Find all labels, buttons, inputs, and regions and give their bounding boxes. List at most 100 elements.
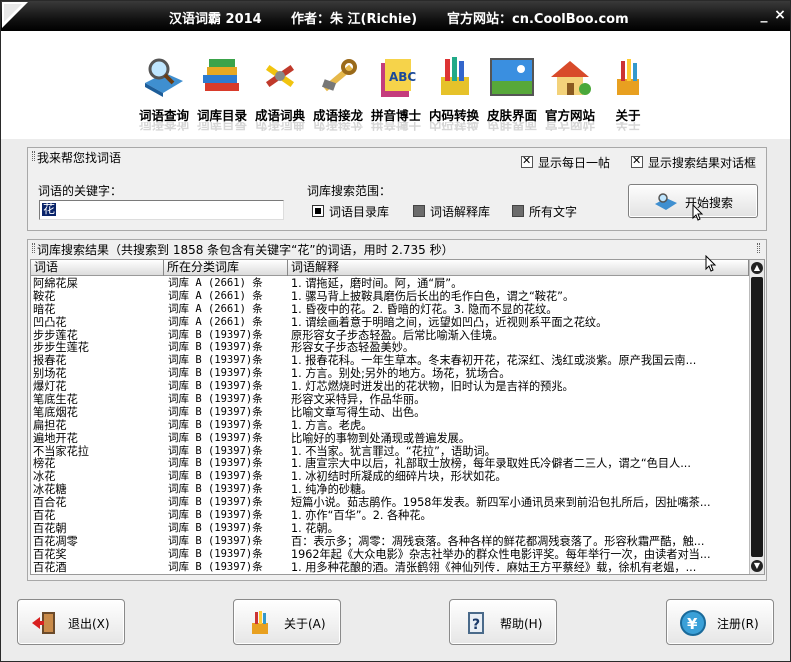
exit-button[interactable]: 退出(X) [17, 599, 125, 645]
about-button[interactable]: 关于(A) [233, 599, 341, 645]
table-row[interactable]: 步步生莲花 词库 B (19397)条 形容女子步态轻盈美妙。 [31, 341, 749, 354]
exit-door-icon [32, 612, 55, 634]
keyword-value: 花 [42, 202, 57, 216]
toolbar-item-about[interactable]: 关于 关于 [599, 53, 657, 131]
row-category: 词库 B (19397)条 [168, 444, 263, 457]
table-row[interactable]: 爆灯花 词库 B (19397)条 1. 灯芯燃烧时迸发出的花状物，旧时认为是吉祥的… [31, 380, 749, 393]
scroll-down-icon[interactable]: ▼ [751, 560, 763, 572]
row-explanation: 1. 唐宣宗大中以后，礼部取士放榜，每年录取姓氏冷僻者二三人，谓之“色目人... [291, 457, 691, 471]
table-row[interactable]: 别场花 词库 B (19397)条 1. 方言。别处;另外的地方。场花，犹场合。 [31, 367, 749, 380]
row-category: 词库 A (2661) 条 [168, 277, 263, 289]
table-row[interactable]: 百花凋零 词库 B (19397)条 百：表示多；凋零：凋残衰落。各种各样的鲜花都凋… [31, 535, 749, 548]
mouse-cursor-icon [705, 255, 717, 272]
row-explanation: 比喻好的事物到处涌现或普遍发展。 [291, 431, 471, 445]
row-category: 词库 B (19397)条 [168, 483, 263, 496]
column-header-category[interactable]: 所在分类词库 [164, 260, 288, 276]
table-row[interactable]: 百花酒 词库 B (19397)条 1. 用多种花酿的酒。清张鹤翎《神仙列传．麻姑王… [31, 561, 749, 574]
row-word: 冰花糖 [33, 483, 67, 497]
table-row[interactable]: 百花朝 词库 B (19397)条 1. 花朝。 [31, 522, 749, 535]
table-row[interactable]: 不当家花拉 词库 B (19397)条 1. 不当家。犹言罪过。“花拉”，语助词。 [31, 445, 749, 458]
row-explanation: 1. 报春花科。一年生草本。冬末春初开花，花深红、浅红或淡紫。原产我国云南... [291, 354, 697, 368]
results-list[interactable]: 词语 所在分类词库 词语解释 阿綿花屎 词库 A (2661) 条 1. 谓拖延，磨… [30, 259, 765, 575]
show-dialog-checkbox[interactable] [631, 154, 643, 168]
vertical-scrollbar[interactable]: ▲ ▼ [749, 260, 764, 574]
row-category: 词库 B (19397)条 [168, 328, 263, 341]
row-word: 遍地开花 [33, 431, 78, 445]
about-label: 关于(A) [284, 617, 326, 631]
table-row[interactable]: 笔底生花 词库 B (19397)条 形容文采特异，作品华丽。 [31, 393, 749, 406]
table-row[interactable]: 冰花糖 词库 B (19397)条 1. 纯净的砂糖。 [31, 483, 749, 496]
toolbar-item-idiom-chain[interactable]: 成语接龙 成语接龙 [309, 53, 367, 131]
tools-icon [265, 64, 295, 88]
row-word: 百合花 [33, 496, 67, 510]
row-category: 词库 B (19397)条 [168, 393, 263, 406]
table-row[interactable]: 遍地开花 词库 B (19397)条 比喻好的事物到处涌现或普遍发展。 [31, 432, 749, 445]
scope-radio-explain[interactable] [413, 205, 425, 217]
row-category: 词库 B (19397)条 [168, 496, 263, 509]
toolbar-item-skin[interactable]: 皮肤界面 皮肤界面 [483, 53, 541, 131]
scroll-up-icon[interactable]: ▲ [751, 262, 763, 274]
app-logo-icon [2, 2, 28, 28]
table-row[interactable]: 冰花 词库 B (19397)条 1. 冰初结时所凝成的细碎片块，形状如花。 [31, 470, 749, 483]
table-row[interactable]: 笔底烟花 词库 B (19397)条 比喻文章写得生动、出色。 [31, 406, 749, 419]
help-label: 帮助(H) [500, 617, 543, 631]
toolbar-item-catalog[interactable]: 词库目录 词库目录 [193, 53, 251, 131]
row-word: 阿綿花屎 [33, 277, 78, 290]
toolbar-item-word-search[interactable]: 词语查询 词语查询 [135, 53, 193, 131]
row-explanation: 1. 方言。别处;另外的地方。场花，犹场合。 [291, 367, 511, 381]
row-category: 词库 B (19397)条 [168, 354, 263, 367]
scope-label-catalog: 词语目录库 [329, 205, 390, 219]
toolbar-item-website[interactable]: 官方网站 官方网站 [541, 53, 599, 131]
row-category: 词库 B (19397)条 [168, 405, 263, 418]
minimize-button[interactable]: _ [757, 7, 771, 23]
table-row[interactable]: 百花 词库 B (19397)条 1. 亦作“百华”。2. 各种花。 [31, 509, 749, 522]
row-word: 爆灯花 [33, 380, 67, 394]
row-word: 笔底生花 [33, 393, 78, 407]
register-label: 注册(R) [717, 617, 759, 631]
row-category: 词库 B (19397)条 [168, 418, 263, 431]
row-category: 词库 A (2661) 条 [168, 302, 263, 315]
table-row[interactable]: 暗花 词库 A (2661) 条 1. 昏夜中的花。2. 昏暗的灯花。3. 隐而不显… [31, 303, 749, 316]
table-row[interactable]: 步步莲花 词库 B (19397)条 原形容女子步态轻盈。后常比喻渐入佳境。 [31, 329, 749, 342]
table-row[interactable]: 榜花 词库 B (19397)条 1. 唐宣宗大中以后，礼部取士放榜，每年录取姓氏冷… [31, 457, 749, 470]
scope-radio-all[interactable] [512, 205, 524, 217]
table-row[interactable]: 百合花 词库 B (19397)条 短篇小说。茹志鹃作。1958年发表。新四军小通讯… [31, 496, 749, 509]
book-search-icon [655, 193, 677, 210]
register-button[interactable]: ¥ 注册(R) [666, 599, 774, 645]
row-explanation: 1. 昏夜中的花。2. 昏暗的灯花。3. 隐而不显的花纹。 [291, 302, 558, 316]
close-button[interactable]: × [773, 7, 787, 23]
row-category: 词库 A (2661) 条 [168, 289, 263, 302]
scope-radio-catalog[interactable] [312, 205, 324, 217]
column-header-word[interactable]: 词语 [31, 260, 164, 276]
table-row[interactable]: 百花奖 词库 B (19397)条 1962年起《大众电影》杂志社举办的群众性电影评… [31, 548, 749, 561]
wrench-icon [321, 59, 357, 92]
author-text: 作者：朱 江(Richie) [291, 12, 418, 27]
table-row[interactable]: 阿綿花屎 词库 A (2661) 条 1. 谓拖延，磨时间。阿，通“屙”。 [31, 277, 749, 290]
table-row[interactable]: 凹凸花 词库 A (2661) 条 1. 谓绘画着意于明暗之间，远望如凹凸，近视则系… [31, 316, 749, 329]
row-explanation: 1. 用多种花酿的酒。清张鹤翎《神仙列传．麻姑王方平蔡经》载，徐机有老媪，... [291, 560, 697, 574]
row-category: 词库 B (19397)条 [168, 457, 263, 470]
keyword-label: 词语的关键字： [38, 184, 123, 198]
table-row[interactable]: 鞍花 词库 A (2661) 条 1. 骡马背上披鞍具磨伤后长出的毛作白色，谓之“鞍… [31, 290, 749, 303]
row-word: 凹凸花 [33, 315, 67, 329]
scroll-thumb[interactable] [751, 277, 763, 557]
toolbar-item-code-convert[interactable]: 内码转换 内码转换 [425, 53, 483, 131]
pencil-cup-icon [617, 59, 639, 95]
show-daily-checkbox[interactable] [521, 154, 533, 168]
table-row[interactable]: 报春花 词库 B (19397)条 1. 报春花科。一年生草本。冬末春初开花，花深红… [31, 354, 749, 367]
row-explanation: 1. 谓绘画着意于明暗之间，远望如凹凸，近视则系平面之花纹。 [291, 315, 608, 329]
keyword-input[interactable]: 花 [39, 200, 284, 220]
row-category: 词库 B (19397)条 [168, 521, 263, 534]
help-button[interactable]: ? 帮助(H) [449, 599, 557, 645]
row-explanation: 1. 纯净的砂糖。 [291, 483, 373, 497]
title-bar[interactable]: 汉语词霸 2014 作者：朱 江(Richie) 官方网站：cn.CoolBoo… [1, 1, 790, 31]
abc-book-icon: ABC [381, 59, 416, 97]
show-dialog-label: 显示搜索结果对话框 [648, 156, 757, 170]
toolbar-item-pinyin[interactable]: ABC 拼音博士 拼音博士 [367, 53, 425, 131]
list-header: 词语 所在分类词库 词语解释 [31, 260, 749, 276]
row-explanation: 短篇小说。茹志鹃作。1958年发表。新四军小通讯员来到前沿包扎所后，因扯嘴茶..… [291, 496, 711, 510]
row-word: 榜花 [33, 457, 56, 471]
column-header-explanation[interactable]: 词语解释 [288, 260, 749, 276]
table-row[interactable]: 扁担花 词库 B (19397)条 1. 方言。老虎。 [31, 419, 749, 432]
toolbar-item-idiom-dict[interactable]: 成语词典 成语词典 [251, 53, 309, 131]
